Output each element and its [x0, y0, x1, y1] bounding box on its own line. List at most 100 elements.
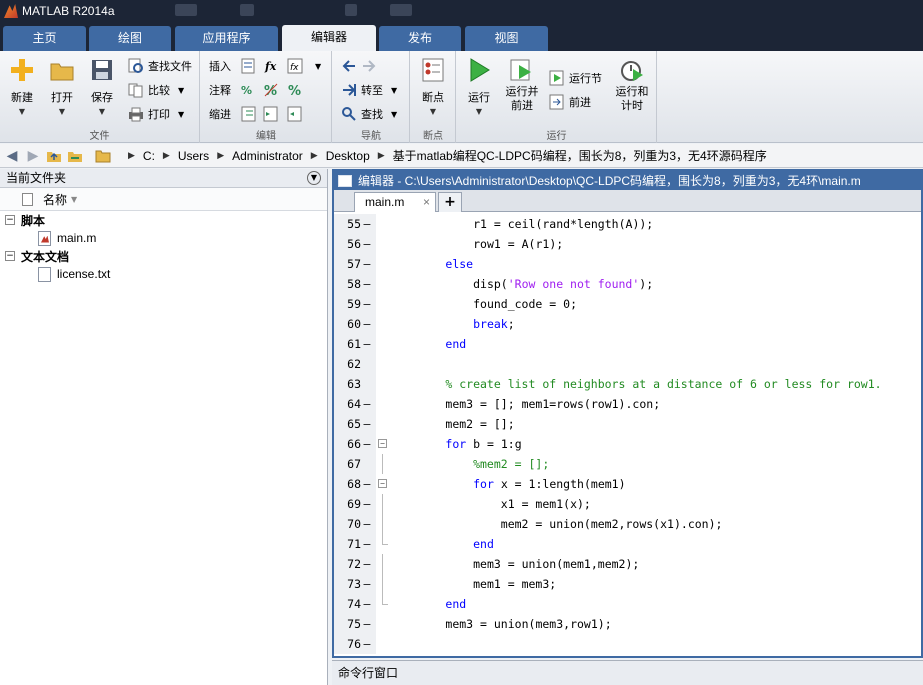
tree-group-text-documents[interactable]: − 文本文档	[0, 247, 327, 265]
line-gutter[interactable]: 64–	[334, 394, 376, 414]
breakpoint-marker[interactable]: –	[361, 257, 373, 271]
line-gutter[interactable]: 63	[334, 374, 376, 394]
code-line[interactable]: 58– disp('Row one not found');	[334, 274, 921, 294]
indent-button[interactable]: 缩进	[209, 104, 231, 124]
breakpoint-marker[interactable]: –	[361, 237, 373, 251]
breakpoint-marker[interactable]: –	[361, 277, 373, 291]
code-line[interactable]: 60– break;	[334, 314, 921, 334]
quick-access-button[interactable]	[240, 4, 254, 16]
breakpoint-marker[interactable]: –	[361, 217, 373, 231]
line-gutter[interactable]: 69–	[334, 494, 376, 514]
tab-view[interactable]: 视图	[465, 26, 548, 51]
command-window-header[interactable]: 命令行窗口	[332, 660, 923, 685]
breakpoint-marker[interactable]: –	[361, 337, 373, 351]
tab-apps[interactable]: 应用程序	[175, 26, 278, 51]
new-tab-button[interactable]: +	[438, 192, 462, 212]
run-section-button[interactable]: 运行节	[549, 68, 602, 88]
breadcrumb-segment[interactable]: 基于matlab编程QC-LDPC码编程，围长为8，列重为3，无4环源码程序	[393, 147, 767, 164]
breakpoint-marker[interactable]: –	[361, 577, 373, 591]
breadcrumb-segment[interactable]: Administrator	[232, 149, 303, 163]
compare-button[interactable]: 比较 ▼	[128, 80, 184, 100]
function-browser-button[interactable]: fx ▼	[287, 56, 321, 76]
line-gutter[interactable]: 58–	[334, 274, 376, 294]
fold-toggle-icon[interactable]: −	[378, 439, 387, 448]
up-folder-icon[interactable]	[45, 147, 63, 165]
tab-main-m[interactable]: main.m ×	[354, 192, 436, 212]
line-gutter[interactable]: 72–	[334, 554, 376, 574]
tree-group-scripts[interactable]: − 脚本	[0, 211, 327, 229]
line-gutter[interactable]: 60–	[334, 314, 376, 334]
new-button[interactable]: 新建 ▼	[2, 57, 42, 116]
panel-menu-icon[interactable]: ▼	[307, 171, 321, 185]
line-gutter[interactable]: 59–	[334, 294, 376, 314]
breakpoint-marker[interactable]: –	[361, 437, 373, 451]
code-line[interactable]: 64– mem3 = []; mem1=rows(row1).con;	[334, 394, 921, 414]
forward-arrow-icon[interactable]: ▶	[24, 147, 42, 165]
breakpoints-button[interactable]: 断点 ▼	[413, 57, 453, 116]
code-line[interactable]: 75– mem3 = union(mem3,row1);	[334, 614, 921, 634]
code-line[interactable]: 73– mem1 = mem3;	[334, 574, 921, 594]
code-line[interactable]: 68– − for x = 1:length(mem1)	[334, 474, 921, 494]
forward-arrow-icon[interactable]	[361, 58, 377, 74]
line-gutter[interactable]: 67	[334, 454, 376, 474]
breakpoint-marker[interactable]: –	[361, 397, 373, 411]
save-button[interactable]: 保存 ▼	[82, 57, 122, 116]
code-line[interactable]: 63 % create list of neighbors at a dista…	[334, 374, 921, 394]
increase-indent-button[interactable]	[263, 104, 283, 124]
breadcrumb-segment[interactable]: Users	[178, 149, 209, 163]
fold-toggle-icon[interactable]: −	[378, 479, 387, 488]
breakpoint-marker[interactable]: –	[361, 497, 373, 511]
line-gutter[interactable]: 74–	[334, 594, 376, 614]
print-button[interactable]: 打印 ▼	[128, 104, 184, 124]
goto-button[interactable]: 转至 ▼	[341, 80, 397, 100]
find-button[interactable]: 查找 ▼	[341, 104, 397, 124]
code-line[interactable]: 76–	[334, 634, 921, 654]
tab-editor[interactable]: 编辑器	[282, 25, 376, 51]
collapse-icon[interactable]: −	[5, 215, 15, 225]
code-line[interactable]: 71– end	[334, 534, 921, 554]
line-gutter[interactable]: 62	[334, 354, 376, 374]
run-button[interactable]: 运行 ▼	[459, 57, 499, 116]
line-gutter[interactable]: 71–	[334, 534, 376, 554]
back-arrow-icon[interactable]: ◀	[3, 147, 21, 165]
decrease-indent-button[interactable]	[287, 104, 307, 124]
run-and-time-button[interactable]: 运行和 计时	[611, 57, 653, 113]
comment-button[interactable]: 注释	[209, 80, 231, 100]
code-line[interactable]: 57– else	[334, 254, 921, 274]
tab-home[interactable]: 主页	[3, 26, 86, 51]
quick-access-toolbar[interactable]	[175, 4, 197, 16]
code-line[interactable]: 70– mem2 = union(mem2,rows(x1).con);	[334, 514, 921, 534]
comment-percent-button[interactable]: %	[241, 80, 252, 100]
line-gutter[interactable]: 61–	[334, 334, 376, 354]
line-gutter[interactable]: 66–	[334, 434, 376, 454]
browse-folder-icon[interactable]	[66, 147, 84, 165]
breakpoint-marker[interactable]: –	[361, 517, 373, 531]
insert-section-button[interactable]	[241, 56, 261, 76]
uncomment-button[interactable]: %	[263, 80, 283, 100]
breakpoint-marker[interactable]: –	[361, 477, 373, 491]
tab-plots[interactable]: 绘图	[89, 26, 171, 51]
breakpoint-marker[interactable]: –	[361, 317, 373, 331]
code-line[interactable]: 67 %mem2 = [];	[334, 454, 921, 474]
collapse-icon[interactable]: −	[5, 251, 15, 261]
code-line[interactable]: 62	[334, 354, 921, 374]
open-button[interactable]: 打开 ▼	[42, 57, 82, 116]
breakpoint-marker[interactable]: –	[361, 297, 373, 311]
line-gutter[interactable]: 76–	[334, 634, 376, 654]
line-gutter[interactable]: 65–	[334, 414, 376, 434]
code-line[interactable]: 59– found_code = 0;	[334, 294, 921, 314]
breakpoint-marker[interactable]: –	[361, 557, 373, 571]
find-files-button[interactable]: 查找文件	[128, 56, 192, 76]
name-column-header[interactable]: 名称 ▼	[0, 188, 327, 211]
code-line[interactable]: 61– end	[334, 334, 921, 354]
file-item-main-m[interactable]: main.m	[0, 229, 327, 247]
line-gutter[interactable]: 68–	[334, 474, 376, 494]
tab-publish[interactable]: 发布	[379, 26, 461, 51]
code-area[interactable]: 55– r1 = ceil(rand*length(A)); 56– row1 =…	[334, 214, 921, 656]
line-gutter[interactable]: 75–	[334, 614, 376, 634]
code-line[interactable]: 65– mem2 = [];	[334, 414, 921, 434]
insert-button[interactable]: 插入	[209, 56, 231, 76]
line-gutter[interactable]: 56–	[334, 234, 376, 254]
line-gutter[interactable]: 57–	[334, 254, 376, 274]
wrap-comments-button[interactable]: %	[287, 80, 307, 100]
